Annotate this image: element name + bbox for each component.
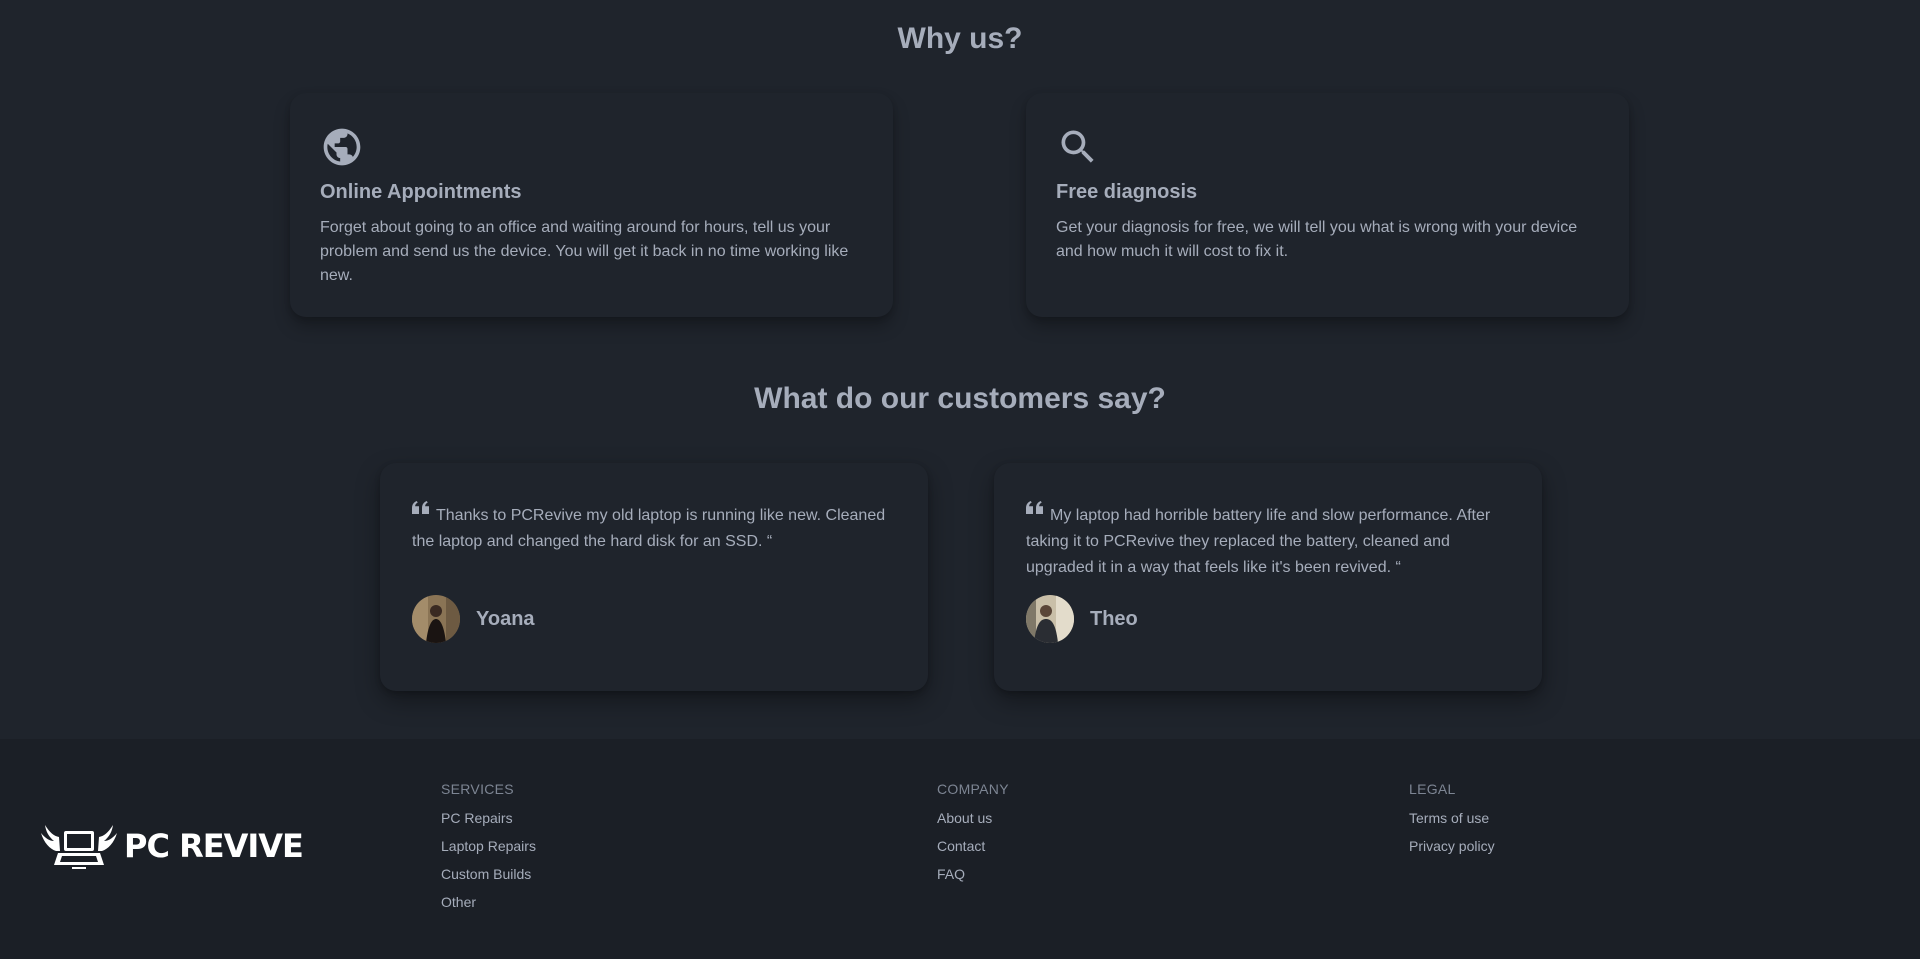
testimonial-card: Thanks to PCRevive my old laptop is runn… (380, 463, 928, 691)
footer-services-column: SERVICES PC Repairs Laptop Repairs Custo… (441, 781, 536, 921)
feature-description: Get your diagnosis for free, we will tel… (1056, 219, 1578, 260)
footer-company-column: COMPANY About us Contact FAQ (937, 781, 1009, 893)
footer-link-pc-repairs[interactable]: PC Repairs (441, 809, 536, 827)
avatar (1026, 595, 1074, 643)
testimonial-card: My laptop had horrible battery life and … (994, 463, 1542, 691)
feature-title: Online Appointments (320, 181, 522, 203)
footer-heading-services: SERVICES (441, 781, 514, 797)
footer-heading-legal: LEGAL (1409, 781, 1456, 797)
feature-title: Free diagnosis (1056, 181, 1198, 203)
testimonial-text: Thanks to PCRevive my old laptop is runn… (412, 507, 886, 550)
feature-card-free-diagnosis: Free diagnosis Get your diagnosis for fr… (1026, 93, 1629, 317)
author-name: Yoana (476, 607, 535, 630)
footer-link-laptop-repairs[interactable]: Laptop Repairs (441, 837, 536, 855)
footer-link-about-us[interactable]: About us (937, 809, 1009, 827)
footer-link-privacy-policy[interactable]: Privacy policy (1409, 837, 1495, 855)
quote-icon (1026, 501, 1044, 514)
testimonial-text: My laptop had horrible battery life and … (1026, 507, 1491, 576)
footer-link-custom-builds[interactable]: Custom Builds (441, 865, 536, 883)
feature-description: Forget about going to an office and wait… (320, 219, 849, 284)
laptop-wings-logo-icon (41, 825, 117, 869)
testimonial-quote: Thanks to PCRevive my old laptop is runn… (412, 501, 896, 581)
footer: PC REVIVE SERVICES PC Repairs Laptop Rep… (0, 739, 1920, 959)
globe-icon (320, 125, 364, 169)
footer-legal-column: LEGAL Terms of use Privacy policy (1409, 781, 1495, 865)
logo-text: PC REVIVE (124, 827, 304, 865)
page: Why us? Online Appointments Forget about… (0, 0, 1920, 959)
footer-link-terms-of-use[interactable]: Terms of use (1409, 809, 1495, 827)
author-name: Theo (1090, 607, 1138, 630)
avatar (412, 595, 460, 643)
logo[interactable]: PC REVIVE (40, 821, 304, 871)
footer-link-faq[interactable]: FAQ (937, 865, 1009, 883)
testimonial-author: Theo (1026, 595, 1510, 643)
footer-link-contact[interactable]: Contact (937, 837, 1009, 855)
testimonial-author: Yoana (412, 595, 896, 643)
footer-link-other[interactable]: Other (441, 893, 536, 911)
testimonial-quote: My laptop had horrible battery life and … (1026, 501, 1510, 581)
testimonials-heading: What do our customers say? (754, 382, 1166, 415)
why-us-heading: Why us? (897, 22, 1023, 55)
footer-heading-company: COMPANY (937, 781, 1009, 797)
quote-icon (412, 501, 430, 514)
feature-card-online-appointments: Online Appointments Forget about going t… (290, 93, 893, 317)
search-icon (1056, 125, 1100, 169)
